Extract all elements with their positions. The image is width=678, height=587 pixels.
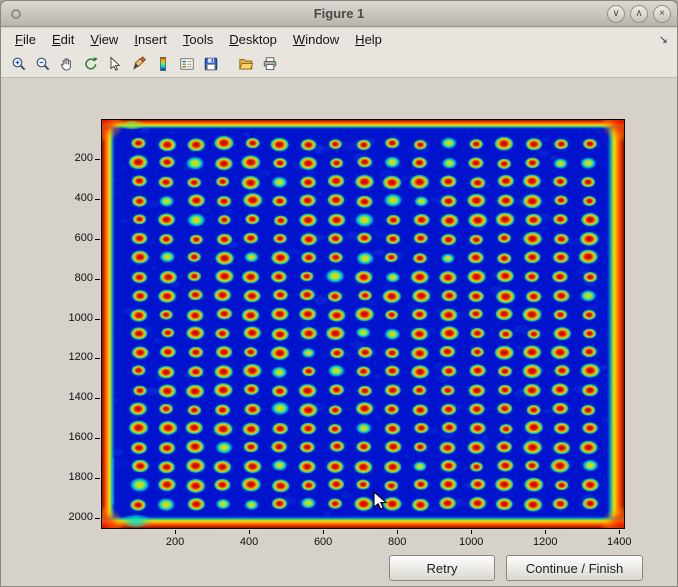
x-tick-mark [619,530,620,534]
x-tick-label: 800 [375,536,419,548]
y-tick-mark [95,159,100,160]
menubar: FileEditViewInsertToolsDesktopWindowHelp… [1,28,677,51]
menu-desktop[interactable]: Desktop [221,29,285,50]
y-tick-label: 800 [45,272,93,284]
open-icon[interactable] [235,53,257,75]
x-tick-label: 400 [227,536,271,548]
y-tick-label: 1800 [45,471,93,483]
menu-edit[interactable]: Edit [44,29,82,50]
x-tick-label: 1200 [523,536,567,548]
x-tick-mark [397,530,398,534]
plot-frame [101,119,625,529]
menu-view[interactable]: View [82,29,126,50]
x-tick-mark [175,530,176,534]
y-tick-label: 200 [45,152,93,164]
plot-canvas[interactable] [102,120,624,528]
y-tick-label: 400 [45,192,93,204]
maximize-button[interactable]: ∧ [630,5,648,23]
x-tick-label: 1000 [449,536,493,548]
brush-icon[interactable] [128,53,150,75]
rotate-3d-icon[interactable] [80,53,102,75]
x-tick-mark [471,530,472,534]
y-tick-label: 1200 [45,351,93,363]
toolbar [1,51,677,78]
menu-file[interactable]: File [7,29,44,50]
y-tick-label: 1000 [45,312,93,324]
menu-window[interactable]: Window [285,29,347,50]
zoom-in-icon[interactable] [8,53,30,75]
shade-button[interactable]: ∨ [607,5,625,23]
x-tick-mark [323,530,324,534]
y-tick-label: 2000 [45,511,93,523]
y-tick-mark [95,398,100,399]
x-tick-mark [249,530,250,534]
menu-help[interactable]: Help [347,29,390,50]
retry-button[interactable]: Retry [389,555,495,581]
print-icon[interactable] [259,53,281,75]
y-tick-mark [95,319,100,320]
x-tick-label: 1400 [597,536,641,548]
pan-icon[interactable] [56,53,78,75]
x-tick-label: 600 [301,536,345,548]
continue-finish-button[interactable]: Continue / Finish [506,555,643,581]
menu-insert[interactable]: Insert [126,29,175,50]
legend-icon[interactable] [176,53,198,75]
colorbar-icon[interactable] [152,53,174,75]
x-tick-mark [545,530,546,534]
window-title: Figure 1 [1,6,677,21]
figure-window: Figure 1 ∨ ∧ × FileEditViewInsertToolsDe… [0,0,678,587]
y-tick-label: 600 [45,232,93,244]
data-cursor-icon[interactable] [104,53,126,75]
window-controls: ∨ ∧ × [607,5,671,23]
y-tick-label: 1600 [45,431,93,443]
menubar-resize-icon[interactable]: ↘ [659,33,668,46]
zoom-out-icon[interactable] [32,53,54,75]
save-icon[interactable] [200,53,222,75]
x-tick-label: 200 [153,536,197,548]
figure-area: Retry Continue / Finish 200 400 600 800 1000… [1,78,678,587]
y-tick-mark [95,199,100,200]
y-tick-mark [95,438,100,439]
y-tick-mark [95,518,100,519]
y-tick-label: 1400 [45,391,93,403]
close-button[interactable]: × [653,5,671,23]
menu-tools[interactable]: Tools [175,29,221,50]
titlebar[interactable]: Figure 1 ∨ ∧ × [1,1,677,27]
y-tick-mark [95,279,100,280]
y-tick-mark [95,239,100,240]
y-tick-mark [95,358,100,359]
y-tick-mark [95,478,100,479]
